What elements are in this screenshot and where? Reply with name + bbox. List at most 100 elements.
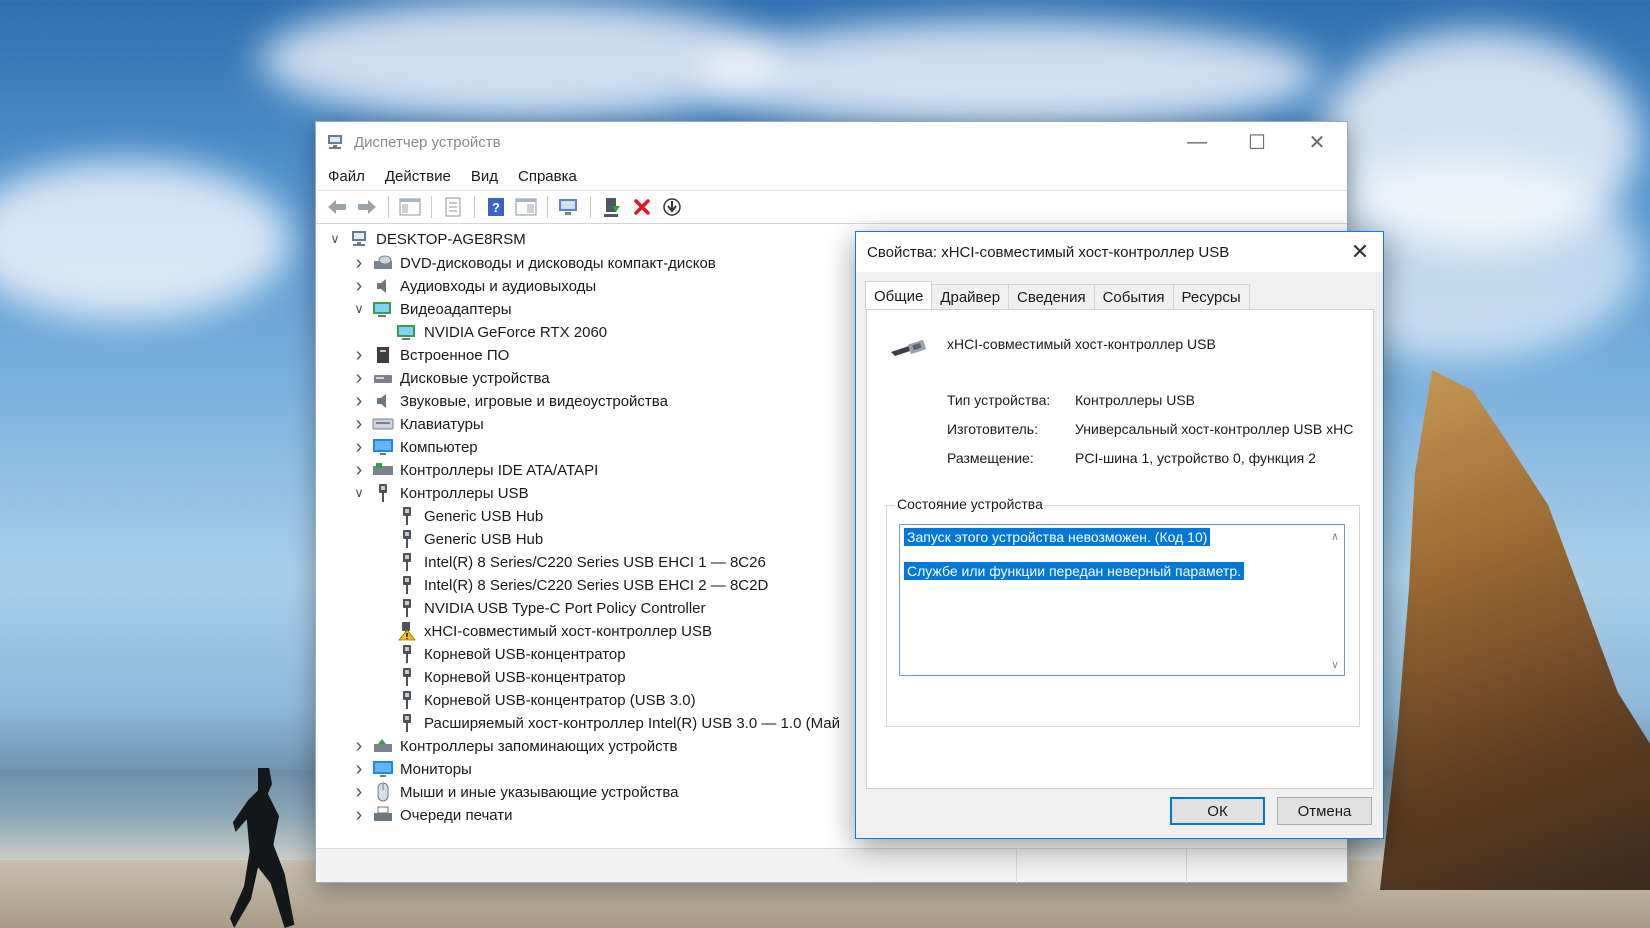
tab-details[interactable]: Сведения xyxy=(1008,284,1095,310)
show-view-button[interactable] xyxy=(513,194,539,220)
help-button[interactable]: ? xyxy=(483,194,509,220)
tree-category[interactable]: › Дисковые устройства xyxy=(350,366,550,390)
tree-device[interactable]: Корневой USB-концентратор xyxy=(374,665,626,689)
tree-device[interactable]: Расширяемый хост-контроллер Intel(R) USB… xyxy=(374,711,840,735)
printer-icon xyxy=(372,806,394,824)
tree-device[interactable]: Корневой USB-концентратор xyxy=(374,642,626,666)
tree-category[interactable]: › DVD-дисководы и дисководы компакт-диско… xyxy=(350,251,716,275)
display-adapter-icon xyxy=(372,300,394,318)
usb-plug-icon xyxy=(396,668,418,686)
tree-category[interactable]: › Контроллеры запоминающих устройств xyxy=(350,734,678,758)
tree-item-label: Звуковые, игровые и видеоустройства xyxy=(400,392,668,410)
chevron-down-icon[interactable]: ∨ xyxy=(1326,658,1344,671)
tree-item-label: Контроллеры USB xyxy=(400,484,529,502)
status-scrollbar[interactable]: ∧ ∨ xyxy=(1326,525,1344,675)
tab-events[interactable]: События xyxy=(1093,284,1174,310)
chevron-right-icon[interactable]: › xyxy=(350,781,368,804)
chevron-right-icon[interactable]: › xyxy=(350,735,368,758)
tree-category[interactable]: › Очереди печати xyxy=(350,803,513,827)
scan-hardware-button[interactable] xyxy=(556,194,582,220)
chevron-right-icon[interactable]: › xyxy=(350,413,368,436)
chevron-right-icon[interactable]: › xyxy=(350,275,368,298)
tree-category[interactable]: ∨ Видеоадаптеры xyxy=(350,297,511,321)
tab-driver[interactable]: Драйвер xyxy=(931,284,1010,310)
tree-category[interactable]: › Мониторы xyxy=(350,757,472,781)
tree-category[interactable]: › Встроенное ПО xyxy=(350,343,510,367)
tree-device[interactable]: Generic USB Hub xyxy=(374,504,543,528)
chevron-right-icon[interactable]: › xyxy=(350,459,368,482)
show-hide-console-tree-button[interactable] xyxy=(397,194,423,220)
uninstall-device-button[interactable] xyxy=(629,194,655,220)
dialog-close-button[interactable]: ✕ xyxy=(1337,232,1383,272)
device-tree[interactable]: ∨ DESKTOP-AGE8RSM › DVD-дисководы и диско… xyxy=(316,225,856,846)
tree-device[interactable]: NVIDIA USB Type-C Port Policy Controller xyxy=(374,596,705,620)
menu-action[interactable]: Действие xyxy=(385,168,451,185)
location-label: Размещение: xyxy=(947,450,1034,466)
tree-category[interactable]: › Аудиовходы и аудиовыходы xyxy=(350,274,597,298)
tree-item-label: Intel(R) 8 Series/C220 Series USB EHCI 2… xyxy=(424,576,769,594)
tree-device[interactable]: NVIDIA GeForce RTX 2060 xyxy=(374,320,607,344)
menu-view[interactable]: Вид xyxy=(471,168,498,185)
chevron-down-icon[interactable]: ∨ xyxy=(326,231,344,247)
chevron-right-icon[interactable]: › xyxy=(350,367,368,390)
tree-category[interactable]: › Звуковые, игровые и видеоустройства xyxy=(350,389,668,413)
tree-category[interactable]: › Клавиатуры xyxy=(350,412,484,436)
status-line-2: Службе или функции передан неверный пара… xyxy=(904,562,1245,580)
dialog-titlebar[interactable]: Свойства: xHCI-совместимый хост-контролл… xyxy=(856,232,1383,272)
tree-category[interactable]: ∨ Контроллеры USB xyxy=(350,481,529,505)
disable-device-icon xyxy=(663,198,681,216)
properties-button[interactable] xyxy=(440,194,466,220)
close-button[interactable]: ✕ xyxy=(1287,122,1347,162)
menu-help[interactable]: Справка xyxy=(518,168,577,185)
window-title: Диспетчер устройств xyxy=(354,133,501,151)
tab-general[interactable]: Общие xyxy=(865,281,933,310)
usb-plug-icon xyxy=(396,507,418,525)
tree-item-label: Аудиовходы и аудиовыходы xyxy=(400,277,597,295)
maximize-button[interactable]: ☐ xyxy=(1227,122,1287,162)
chevron-down-icon[interactable]: ∨ xyxy=(350,301,368,317)
tree-category[interactable]: › Компьютер xyxy=(350,435,478,459)
back-button[interactable] xyxy=(324,194,350,220)
dvd-drive-icon xyxy=(372,254,394,272)
chevron-up-icon[interactable]: ∧ xyxy=(1326,530,1344,543)
svg-text:?: ? xyxy=(492,200,500,215)
tab-resources[interactable]: Ресурсы xyxy=(1172,284,1250,310)
minimize-button[interactable]: — xyxy=(1167,122,1227,162)
show-view-icon xyxy=(515,198,537,216)
usb-plug-icon xyxy=(887,336,931,360)
chevron-right-icon[interactable]: › xyxy=(350,344,368,367)
chevron-right-icon[interactable]: › xyxy=(350,758,368,781)
chevron-down-icon[interactable]: ∨ xyxy=(350,485,368,501)
tree-device[interactable]: xHCI-совместимый хост-контроллер USB xyxy=(374,619,712,643)
device-status-label: Состояние устройства xyxy=(895,496,1045,512)
device-status-textbox[interactable]: Запуск этого устройства невозможен. (Код… xyxy=(899,524,1345,676)
chevron-right-icon[interactable]: › xyxy=(350,804,368,827)
disable-device-button[interactable] xyxy=(659,194,685,220)
chevron-right-icon[interactable]: › xyxy=(350,252,368,275)
mouse-icon xyxy=(372,782,394,802)
ide-controller-icon xyxy=(372,461,394,479)
tree-device[interactable]: Intel(R) 8 Series/C220 Series USB EHCI 1… xyxy=(374,550,766,574)
ok-button[interactable]: ОК xyxy=(1170,797,1265,825)
forward-button[interactable] xyxy=(354,194,380,220)
window-titlebar[interactable]: Диспетчер устройств — ☐ ✕ xyxy=(316,122,1347,162)
tree-category[interactable]: › Мыши и иные указывающие устройства xyxy=(350,780,679,804)
tree-device[interactable]: Intel(R) 8 Series/C220 Series USB EHCI 2… xyxy=(374,573,768,597)
tree-category[interactable]: › Контроллеры IDE ATA/ATAPI xyxy=(350,458,599,482)
update-driver-button[interactable] xyxy=(599,194,625,220)
computer-icon xyxy=(348,230,370,248)
cancel-button[interactable]: Отмена xyxy=(1277,797,1372,825)
tree-device[interactable]: Корневой USB-концентратор (USB 3.0) xyxy=(374,688,696,712)
tree-item-label: Корневой USB-концентратор (USB 3.0) xyxy=(424,691,696,709)
chevron-right-icon[interactable]: › xyxy=(350,436,368,459)
properties-dialog: Свойства: xHCI-совместимый хост-контролл… xyxy=(855,231,1384,839)
tree-item-label: Корневой USB-концентратор xyxy=(424,645,626,663)
tree-item-label: NVIDIA GeForce RTX 2060 xyxy=(424,323,608,341)
tree-item-label: Generic USB Hub xyxy=(424,507,544,525)
minimize-icon: — xyxy=(1187,130,1207,153)
chevron-right-icon[interactable]: › xyxy=(350,390,368,413)
speaker-icon xyxy=(372,392,394,410)
menu-file[interactable]: Файл xyxy=(328,168,365,185)
tree-device[interactable]: Generic USB Hub xyxy=(374,527,543,551)
tree-root[interactable]: ∨ DESKTOP-AGE8RSM xyxy=(326,227,526,251)
